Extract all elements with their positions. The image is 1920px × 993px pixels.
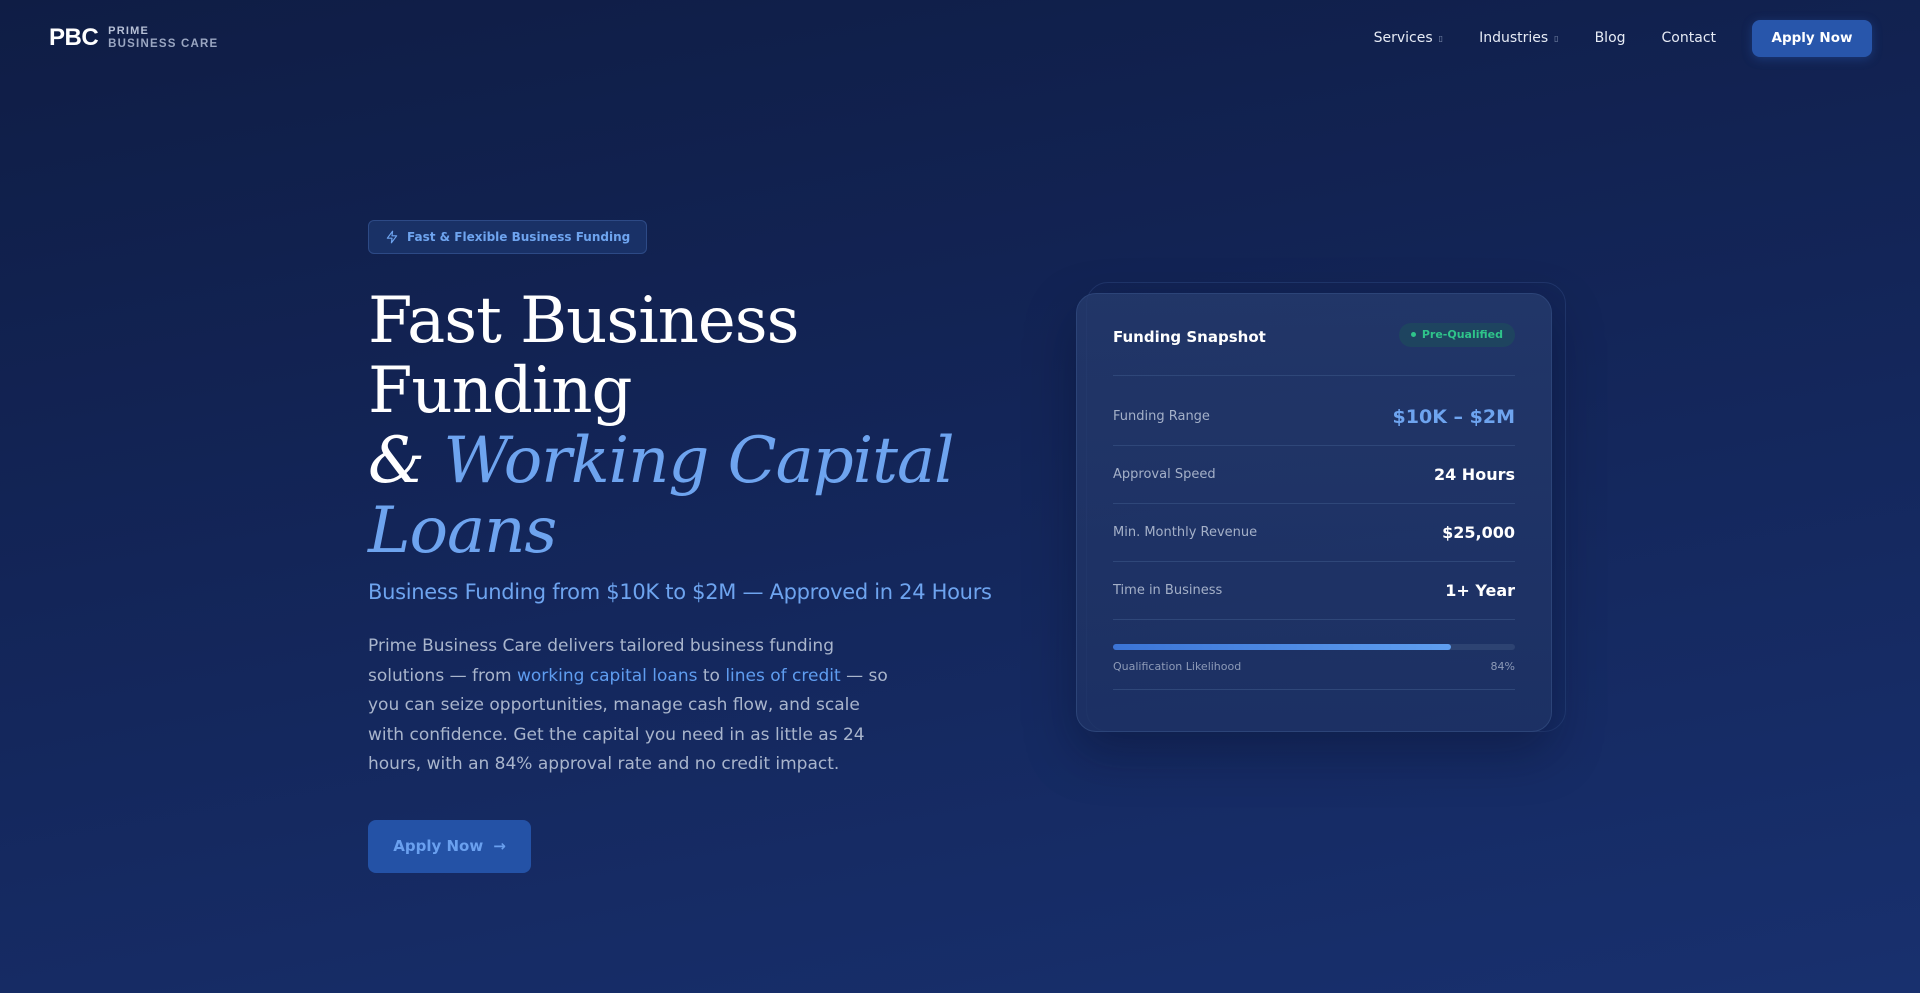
row-value: 24 Hours bbox=[1433, 465, 1515, 484]
progress-label: Qualification Likelihood bbox=[1113, 660, 1242, 673]
hero-apply-now-label: Apply Now bbox=[393, 837, 484, 855]
main-nav: Services ▯ Industries ▯ Blog Contact App… bbox=[1374, 19, 1872, 57]
status-badge-label: Pre-Qualified bbox=[1421, 328, 1503, 341]
chevron-down-icon: ▯ bbox=[1554, 33, 1559, 43]
nav-item-label: Blog bbox=[1594, 30, 1626, 46]
nav-item-contact[interactable]: Contact bbox=[1662, 30, 1716, 46]
arrow-right-icon: → bbox=[493, 837, 506, 855]
snapshot-rows: Funding Range $10K – $2M Approval Speed … bbox=[1113, 388, 1515, 620]
progress-track bbox=[1113, 644, 1515, 650]
site-header: PBC PRIME BUSINESS CARE Services ▯ Indus… bbox=[0, 0, 1920, 76]
hero-title-ampersand: & bbox=[368, 424, 425, 498]
snapshot-row-approval-speed: Approval Speed 24 Hours bbox=[1113, 446, 1515, 504]
status-badge: Pre-Qualified bbox=[1398, 322, 1515, 347]
nav-item-industries[interactable]: Industries ▯ bbox=[1479, 30, 1559, 46]
hero-section: Fast & Flexible Business Funding Fast Bu… bbox=[368, 220, 1008, 873]
hero-title-accent-2: Loans bbox=[368, 494, 557, 568]
funding-snapshot-card: Funding Snapshot Pre-Qualified Funding R… bbox=[1076, 293, 1552, 732]
logo-mark: PBC bbox=[49, 24, 99, 51]
hero-title: Fast Business Funding & Working Capital … bbox=[368, 286, 1008, 566]
logo[interactable]: PBC PRIME BUSINESS CARE bbox=[49, 24, 218, 52]
chevron-down-icon: ▯ bbox=[1438, 33, 1444, 43]
card-header: Funding Snapshot Pre-Qualified bbox=[1113, 294, 1515, 376]
row-value: 1+ Year bbox=[1445, 581, 1515, 600]
nav-item-blog[interactable]: Blog bbox=[1595, 30, 1626, 46]
progress-fill bbox=[1113, 644, 1451, 650]
card-footer-divider bbox=[1113, 689, 1515, 690]
header-apply-now-button[interactable]: Apply Now bbox=[1752, 19, 1872, 57]
row-label: Approval Speed bbox=[1113, 467, 1216, 482]
hero-apply-now-button[interactable]: Apply Now → bbox=[368, 819, 531, 873]
logo-wordmark: PRIME BUSINESS CARE bbox=[108, 25, 218, 51]
row-value: $10K – $2M bbox=[1392, 405, 1515, 428]
hero-title-line-1: Fast Business Funding bbox=[368, 284, 799, 428]
desc-text-2: to bbox=[697, 665, 726, 686]
lines-of-credit-link[interactable]: lines of credit bbox=[725, 666, 840, 686]
nav-item-services[interactable]: Services ▯ bbox=[1374, 30, 1443, 46]
progress-value: 84% bbox=[1490, 660, 1515, 673]
hero-badge-label: Fast & Flexible Business Funding bbox=[407, 230, 631, 244]
row-label: Time in Business bbox=[1113, 583, 1223, 598]
card-title: Funding Snapshot bbox=[1113, 327, 1266, 346]
logo-line-1: PRIME bbox=[108, 25, 150, 37]
status-dot-icon bbox=[1410, 332, 1416, 337]
hero-title-accent-1: Working Capital bbox=[443, 424, 954, 498]
hero-description: Prime Business Care delivers tailored bu… bbox=[368, 632, 888, 780]
qualification-progress: Qualification Likelihood 84% bbox=[1113, 620, 1515, 673]
logo-line-2: BUSINESS CARE bbox=[108, 38, 219, 50]
row-value: $25,000 bbox=[1442, 523, 1515, 542]
snapshot-row-min-monthly-revenue: Min. Monthly Revenue $25,000 bbox=[1113, 504, 1515, 562]
hero-badge: Fast & Flexible Business Funding bbox=[368, 220, 648, 254]
nav-item-label: Contact bbox=[1661, 30, 1716, 46]
snapshot-row-funding-range: Funding Range $10K – $2M bbox=[1113, 388, 1515, 446]
hero-subtitle: Business Funding from $10K to $2M — Appr… bbox=[368, 580, 992, 604]
nav-item-label: Services bbox=[1373, 30, 1433, 46]
progress-meta: Qualification Likelihood 84% bbox=[1113, 660, 1515, 673]
nav-item-label: Industries bbox=[1479, 30, 1549, 46]
row-label: Funding Range bbox=[1113, 409, 1210, 424]
row-label: Min. Monthly Revenue bbox=[1113, 525, 1258, 540]
working-capital-loans-link[interactable]: working capital loans bbox=[517, 666, 698, 686]
lightning-icon bbox=[386, 230, 398, 244]
snapshot-row-time-in-business: Time in Business 1+ Year bbox=[1113, 562, 1515, 620]
